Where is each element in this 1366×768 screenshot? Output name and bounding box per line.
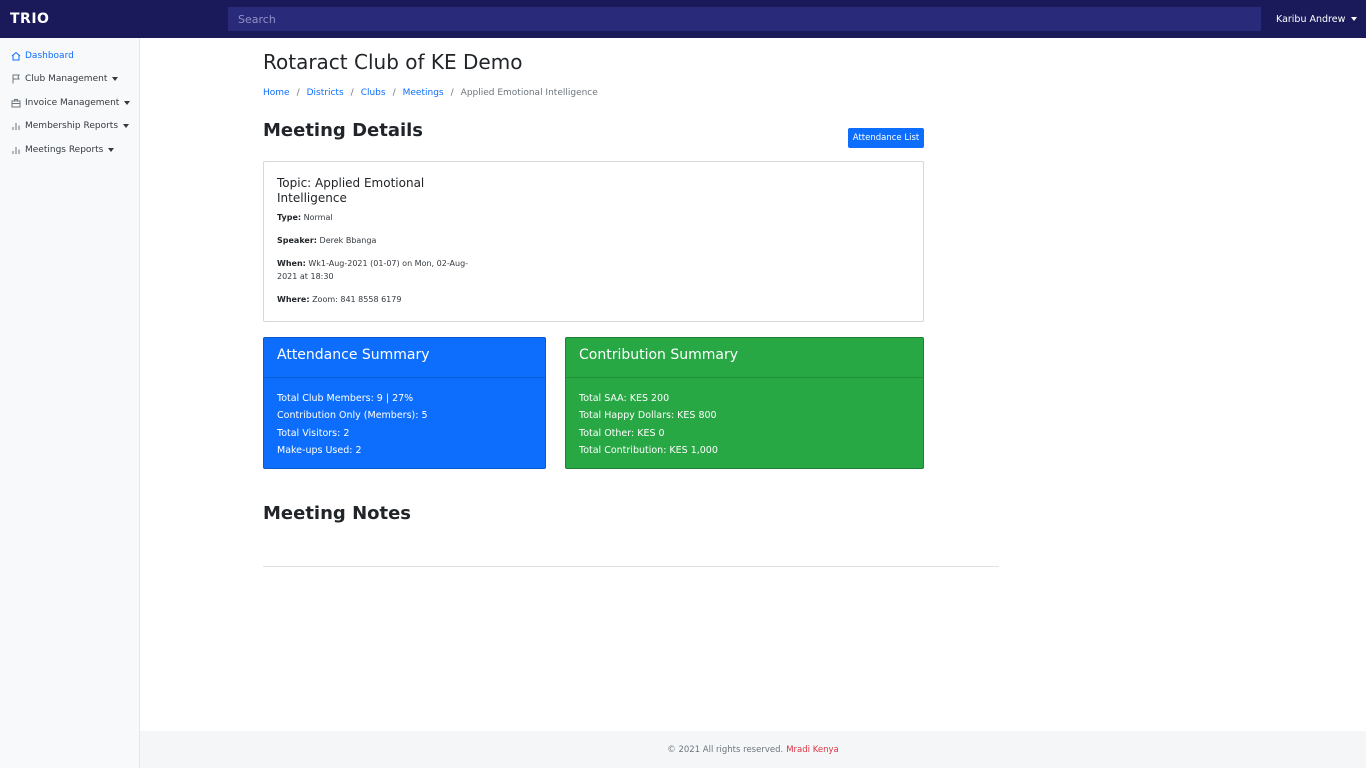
chevron-down-icon	[108, 147, 115, 152]
breadcrumb-districts[interactable]: Districts	[307, 88, 344, 98]
breadcrumb-home[interactable]: Home	[263, 88, 290, 98]
meeting-type: Type: Normal	[277, 211, 477, 224]
attendance-summary-card: Attendance Summary Total Club Members: 9…	[263, 337, 546, 469]
meeting-details-card: Topic: Applied Emotional Intelligence Ty…	[263, 161, 924, 322]
breadcrumb-separator: /	[392, 88, 396, 98]
sidebar-item-label: Meetings Reports	[25, 144, 104, 155]
attendance-summary-body: Total Club Members: 9 | 27% Contribution…	[264, 378, 545, 471]
page-title: Rotaract Club of KE Demo	[263, 50, 523, 74]
attendance-line: Contribution Only (Members): 5	[277, 410, 428, 422]
chevron-down-icon	[112, 77, 119, 82]
meeting-where-label: Where:	[277, 295, 310, 304]
breadcrumb-separator: /	[350, 88, 354, 98]
sidebar-item-dashboard[interactable]: Dashboard	[0, 44, 139, 68]
attendance-list-button[interactable]: Attendance List	[848, 128, 924, 148]
attendance-line: Make-ups Used: 2	[277, 444, 362, 456]
breadcrumb-separator: /	[296, 88, 300, 98]
sidebar-item-meetings-reports[interactable]: Meetings Reports	[0, 138, 139, 162]
footer-link[interactable]: Mradi Kenya	[786, 745, 839, 755]
meeting-speaker: Speaker: Derek Bbanga	[277, 234, 477, 247]
search-input[interactable]	[228, 7, 1261, 31]
brand-logo[interactable]: TRIO	[0, 11, 228, 27]
sidebar-item-label: Membership Reports	[25, 121, 119, 132]
meeting-type-value: Normal	[303, 213, 333, 222]
sidebar-item-label: Invoice Management	[25, 97, 120, 108]
meeting-where-value: Zoom: 841 8558 6179	[312, 295, 402, 304]
contribution-line: Total Other: KES 0	[579, 427, 665, 439]
briefcase-icon	[10, 97, 21, 108]
meeting-type-label: Type:	[277, 213, 302, 222]
attendance-line: Total Visitors: 2	[277, 427, 350, 439]
chevron-down-icon	[124, 100, 131, 105]
bar-chart-icon	[10, 144, 21, 155]
attendance-line: Total Club Members: 9 | 27%	[277, 393, 414, 404]
footer-copyright: © 2021 All rights reserved.	[667, 744, 784, 755]
user-menu-label: Karibu Andrew	[1276, 13, 1346, 25]
contribution-line: Total SAA: KES 200	[579, 393, 670, 404]
sidebar-item-invoice-management[interactable]: Invoice Management	[0, 91, 139, 115]
breadcrumb-separator: /	[450, 88, 454, 98]
meeting-when: When: Wk1-Aug-2021 (01-07) on Mon, 02-Au…	[277, 257, 477, 283]
contribution-line: Total Happy Dollars: KES 800	[579, 410, 717, 422]
sidebar-item-label: Club Management	[25, 74, 108, 85]
sidebar: Dashboard Club Management Invoice Manage…	[0, 38, 140, 768]
contribution-line: Total Contribution: KES 1,000	[579, 444, 718, 456]
meeting-notes-title: Meeting Notes	[263, 503, 412, 524]
meeting-topic: Topic: Applied Emotional Intelligence	[277, 176, 425, 205]
contribution-summary-card: Contribution Summary Total SAA: KES 200 …	[565, 337, 924, 469]
meeting-details-title: Meeting Details	[263, 120, 424, 141]
breadcrumb-clubs[interactable]: Clubs	[361, 88, 386, 98]
top-navbar: TRIO Karibu Andrew	[0, 0, 1366, 38]
contribution-summary-body: Total SAA: KES 200 Total Happy Dollars: …	[566, 378, 923, 471]
meeting-when-value: Wk1-Aug-2021 (01-07) on Mon, 02-Aug-2021…	[277, 259, 469, 281]
contribution-summary-title: Contribution Summary	[566, 338, 923, 378]
breadcrumb-current: Applied Emotional Intelligence	[460, 88, 598, 98]
footer: © 2021 All rights reserved. Mradi Kenya	[140, 731, 1366, 768]
chevron-down-icon	[123, 124, 130, 129]
attendance-summary-title: Attendance Summary	[264, 338, 545, 378]
breadcrumb: Home / Districts / Clubs / Meetings / Ap…	[263, 88, 598, 98]
divider	[263, 566, 999, 567]
sidebar-item-label: Dashboard	[25, 50, 74, 61]
home-icon	[10, 50, 21, 61]
sidebar-item-membership-reports[interactable]: Membership Reports	[0, 115, 139, 139]
chevron-down-icon	[1351, 17, 1358, 21]
flag-icon	[10, 74, 21, 85]
bar-chart-icon	[10, 121, 21, 132]
meeting-when-label: When:	[277, 259, 306, 268]
user-menu[interactable]: Karibu Andrew	[1276, 13, 1358, 25]
sidebar-item-club-management[interactable]: Club Management	[0, 68, 139, 92]
meeting-where: Where: Zoom: 841 8558 6179	[277, 293, 477, 306]
meeting-speaker-value: Derek Bbanga	[319, 236, 377, 245]
breadcrumb-meetings[interactable]: Meetings	[403, 88, 444, 98]
meeting-speaker-label: Speaker:	[277, 236, 317, 245]
